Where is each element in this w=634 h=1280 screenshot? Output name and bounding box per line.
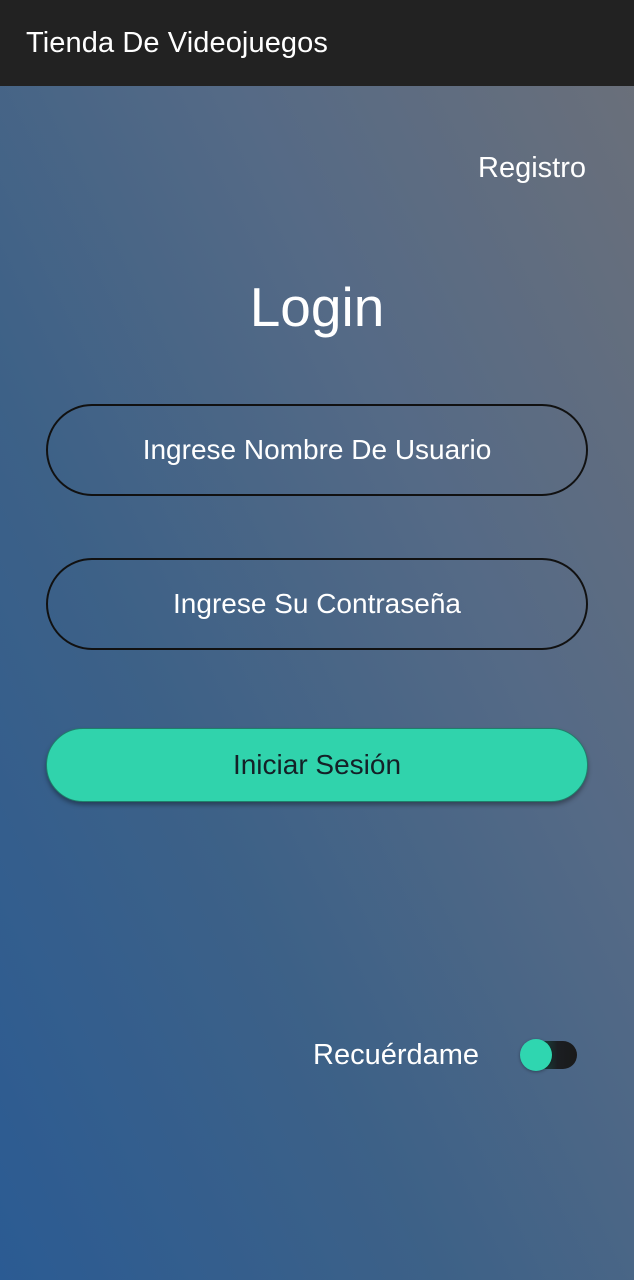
login-title: Login: [249, 276, 385, 338]
remember-me-label: Recuérdame: [313, 1039, 480, 1071]
username-input[interactable]: [46, 404, 588, 496]
app-title: Tienda De Videojuegos: [26, 27, 328, 59]
login-button[interactable]: Iniciar Sesión: [46, 728, 588, 802]
register-link[interactable]: Registro: [478, 151, 586, 185]
remember-me-toggle[interactable]: [520, 1039, 577, 1071]
app-bar: Tienda De Videojuegos: [0, 0, 634, 86]
password-input[interactable]: [46, 558, 588, 650]
toggle-thumb: [520, 1039, 552, 1071]
